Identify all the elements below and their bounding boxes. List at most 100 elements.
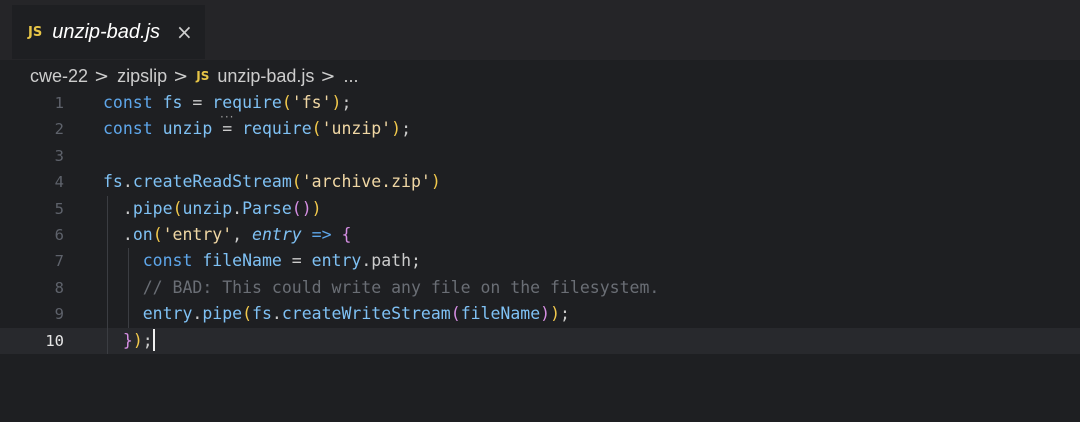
code-token: fs [252, 304, 272, 324]
code-token: . [271, 304, 282, 324]
code-text: }); [103, 328, 155, 354]
code-token: const [103, 93, 163, 112]
code-token: pipe [202, 304, 243, 324]
code-token: ( [172, 198, 183, 218]
code-token: entry [142, 304, 193, 324]
code-line[interactable]: 2 const unzip = require('unzip'); [0, 116, 1080, 142]
code-token: entry [252, 224, 302, 244]
code-token: = [212, 119, 243, 139]
code-token: ; [560, 304, 570, 324]
code-line[interactable]: 10 }); [0, 327, 1080, 354]
code-token: ( [291, 172, 302, 192]
code-editor[interactable]: 1 const fs = require('fs'); ··· 2 const unzi… [0, 90, 1080, 354]
breadcrumb-item-folder[interactable]: cwe-22 [30, 66, 88, 87]
line-number: 7 [54, 252, 64, 271]
code-token: entry [311, 251, 362, 271]
code-token: const [142, 251, 203, 271]
code-token: fileName [460, 304, 541, 324]
line-number: 3 [54, 146, 64, 165]
code-line[interactable]: 3 [0, 143, 1080, 169]
code-token: ) [132, 330, 143, 350]
breadcrumb: cwe-22 > zipslip > JS unzip-bad.js > ... [30, 63, 359, 89]
code-token: ) [430, 172, 441, 192]
code-token: ( [242, 304, 253, 324]
code-token: // BAD: This could write any file on the… [142, 277, 660, 297]
line-number: 5 [54, 199, 64, 218]
code-token: ( [311, 119, 322, 139]
code-token: => [301, 224, 342, 244]
code-token: ( [450, 304, 461, 324]
chevron-right-icon: > [94, 65, 110, 87]
code-token: ; [142, 330, 153, 350]
code-token: } [122, 330, 133, 350]
text-cursor [152, 328, 155, 351]
code-token: , [232, 224, 253, 244]
code-line[interactable]: 1 const fs = require('fs'); ··· [0, 90, 1080, 124]
code-text: const fileName = entry.path; [103, 248, 421, 274]
code-token: ) [391, 119, 402, 139]
tab-title: unzip-bad.js [52, 20, 161, 43]
code-token: ) [311, 198, 322, 218]
line-number: 8 [54, 278, 64, 297]
code-text: .pipe(unzip.Parse()) [103, 196, 322, 222]
code-token: () [291, 198, 312, 218]
code-token: 'entry' [162, 224, 233, 244]
code-token: Parse [242, 198, 292, 218]
code-line[interactable]: 6 .on('entry', entry => { [0, 221, 1080, 249]
code-token: require [242, 119, 312, 139]
code-token: unzip [162, 119, 213, 139]
code-line[interactable]: 4 fs.createReadStream('archive.zip') [0, 169, 1080, 195]
line-number: 9 [54, 305, 64, 324]
code-token: const [103, 119, 163, 139]
code-line[interactable]: 9 entry.pipe(fs.createWriteStream(fileNa… [0, 301, 1080, 328]
editor-tab-unzip-bad[interactable]: JS unzip-bad.js × [12, 5, 205, 59]
chevron-right-icon: > [320, 65, 336, 87]
close-icon[interactable]: × [176, 22, 193, 42]
code-token: . [103, 198, 133, 218]
code-token: . [192, 304, 203, 324]
code-token: 'archive.zip' [301, 172, 431, 192]
code-token: 'unzip' [321, 119, 392, 139]
code-line[interactable]: 8 // BAD: This could write any file on t… [0, 274, 1080, 302]
line-number: 6 [54, 225, 64, 244]
code-line[interactable]: 7 const fileName = entry.path; [0, 248, 1080, 275]
line-number: 4 [54, 173, 64, 192]
code-text: .on('entry', entry => { [103, 222, 352, 248]
code-token: on [132, 224, 153, 244]
code-token: 'fs' [291, 93, 332, 112]
code-token: ) [550, 304, 561, 324]
code-token: createWriteStream [281, 304, 451, 324]
code-line[interactable]: 5 .pipe(unzip.Parse()) [0, 195, 1080, 222]
breadcrumb-item-symbols[interactable]: ... [344, 66, 359, 87]
code-token: fs [103, 172, 123, 192]
code-token: . [122, 172, 133, 192]
code-token: pipe [132, 198, 173, 218]
code-token: unzip [182, 198, 233, 218]
code-token: = [281, 251, 312, 271]
code-token: = [182, 93, 213, 112]
chevron-right-icon: > [173, 65, 189, 87]
code-token: ; [401, 119, 411, 139]
code-token: ( [152, 224, 163, 244]
code-token: fs [162, 93, 183, 112]
code-token: ) [540, 304, 551, 324]
code-text: entry.pipe(fs.createWriteStream(fileName… [103, 301, 570, 327]
code-token: createReadStream [132, 172, 292, 192]
code-token: . [103, 224, 133, 244]
code-text: fs.createReadStream('archive.zip') [103, 169, 441, 195]
code-token: ; [341, 93, 352, 112]
code-text: // BAD: This could write any file on the… [103, 275, 660, 301]
code-token: fileName [202, 251, 282, 271]
javascript-file-icon: JS [196, 69, 210, 83]
line-number: 1 [54, 94, 64, 112]
code-token: { [341, 224, 352, 244]
line-number: 10 [45, 331, 64, 350]
breadcrumb-item-subfolder[interactable]: zipslip [117, 66, 167, 87]
tab-bar: JS unzip-bad.js × [0, 0, 1080, 60]
breadcrumb-item-file[interactable]: unzip-bad.js [217, 66, 314, 87]
code-token: .path; [361, 251, 421, 271]
